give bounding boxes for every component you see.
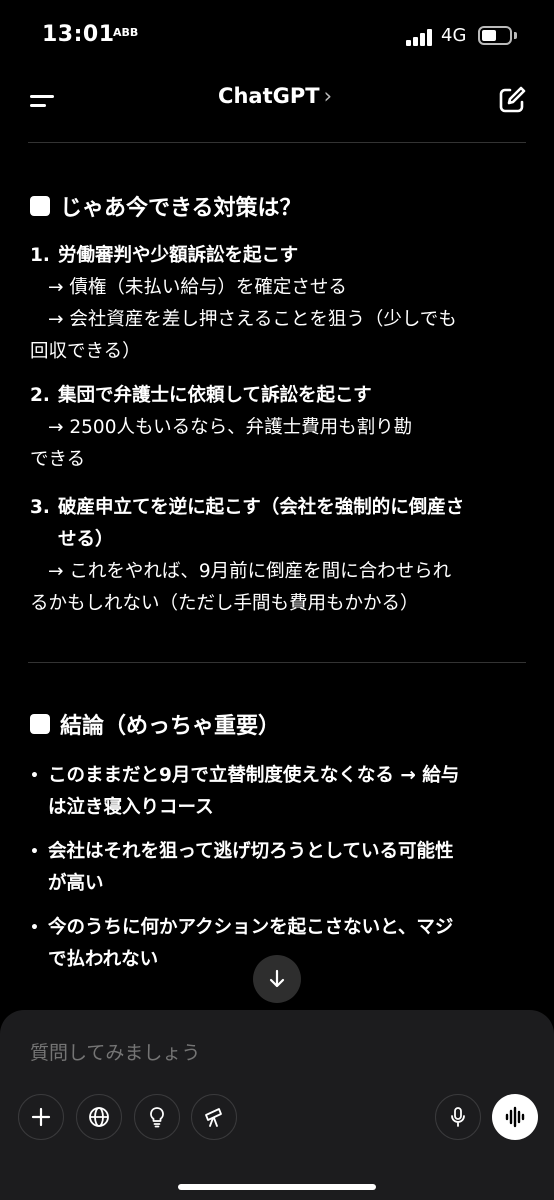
home-indicator — [178, 1184, 376, 1190]
list-item: 3. 破産申立てを逆に起こす（会社を強制的に倒産さ せる） → これをやれば、9… — [30, 492, 530, 620]
model-selector[interactable]: ChatGPT › — [200, 84, 350, 108]
list-item-line: → 2500人もいるなら、弁護士費用も割り勘 — [48, 417, 413, 438]
divider-middle — [28, 662, 526, 663]
list-item-line: できる — [30, 449, 86, 470]
add-button[interactable] — [18, 1094, 64, 1140]
list-number: 1. — [30, 245, 50, 266]
list-item-line: → 債権（未払い給与）を確定させる — [48, 277, 347, 298]
telescope-icon — [205, 1108, 222, 1127]
voice-waveform-icon — [505, 1106, 525, 1128]
microphone-icon — [451, 1107, 465, 1127]
bullet-dot: • — [30, 920, 39, 936]
bullet-text: 今のうちに何かアクションを起こさないと、マジ — [48, 917, 454, 938]
bullet-text: 会社はそれを狙って逃げ切ろうとしている可能性 — [48, 841, 454, 862]
list-item: 2. 集団で弁護士に依頼して訴訟を起こす → 2500人もいるなら、弁護士費用も… — [30, 380, 530, 476]
list-item-title-cont: せる） — [58, 529, 114, 550]
composer — [0, 1010, 554, 1200]
dictation-button[interactable] — [435, 1094, 481, 1140]
list-item: 1. 労働審判や少額訴訟を起こす → 債権（未払い給与）を確定させる → 会社資… — [30, 240, 530, 368]
bullet-text-cont: は泣き寝入りコース — [48, 797, 214, 818]
globe-icon — [89, 1107, 109, 1127]
square-icon — [30, 714, 50, 734]
battery-cap — [514, 32, 517, 39]
network-type: 4G — [441, 25, 467, 46]
status-bar: 13:01 ABB 4G — [0, 0, 554, 70]
voice-mode-button[interactable] — [492, 1094, 538, 1140]
section-heading-measures: じゃあ今できる対策は？ — [30, 190, 302, 222]
search-web-button[interactable] — [76, 1094, 122, 1140]
bullet-dot: • — [30, 768, 39, 784]
section-heading-text: 結論（めっちゃ重要） — [60, 714, 281, 739]
list-item-title: 集団で弁護士に依頼して訴訟を起こす — [58, 385, 372, 406]
list-number: 2. — [30, 385, 50, 406]
compose-icon[interactable] — [494, 82, 530, 118]
square-icon — [30, 196, 50, 216]
list-item-line: → 会社資産を差し押さえることを狙う（少しでも — [48, 309, 457, 330]
plus-icon — [31, 1107, 51, 1127]
cellular-signal-icon — [406, 28, 434, 46]
arrow-down-icon — [269, 969, 285, 988]
scroll-down-button[interactable] — [253, 955, 301, 1003]
list-item-title: 破産申立てを逆に起こす（会社を強制的に倒産さ — [58, 497, 465, 518]
nav-bar: ChatGPT › — [0, 72, 554, 128]
list-item-title: 労働審判や少額訴訟を起こす — [58, 245, 299, 266]
list-number: 3. — [30, 497, 50, 518]
bullet-item: • このままだと9月で立替制度使えなくなる → 給与 は泣き寝入りコース — [30, 760, 530, 824]
list-item-line: → これをやれば、9月前に倒産を間に合わせられ — [48, 561, 452, 582]
lightbulb-icon — [150, 1107, 164, 1128]
section-heading-text: じゃあ今できる対策は？ — [60, 196, 302, 221]
bullet-text: このままだと9月で立替制度使えなくなる → 給与 — [48, 765, 460, 786]
nav-title-text: ChatGPT — [218, 84, 320, 108]
status-time: 13:01 — [42, 22, 115, 47]
list-item-line: 回収できる） — [30, 341, 141, 362]
bullet-dot: • — [30, 844, 39, 860]
deep-research-button[interactable] — [191, 1094, 237, 1140]
status-activity-icon: ABB — [113, 26, 139, 39]
bullet-item: • 会社はそれを狙って逃げ切ろうとしている可能性 が高い — [30, 836, 530, 900]
reason-button[interactable] — [134, 1094, 180, 1140]
chat-message: じゃあ今できる対策は？ 1. 労働審判や少額訴訟を起こす → 債権（未払い給与）… — [0, 130, 554, 1010]
bullet-text-cont: が高い — [48, 873, 104, 894]
list-item-line: るかもしれない（ただし手間も費用もかかる） — [30, 593, 419, 614]
section-heading-conclusion: 結論（めっちゃ重要） — [30, 708, 280, 740]
chevron-right-icon: › — [323, 84, 332, 108]
message-input[interactable] — [30, 1038, 510, 1068]
menu-icon[interactable] — [26, 86, 60, 114]
battery-icon — [478, 26, 512, 45]
